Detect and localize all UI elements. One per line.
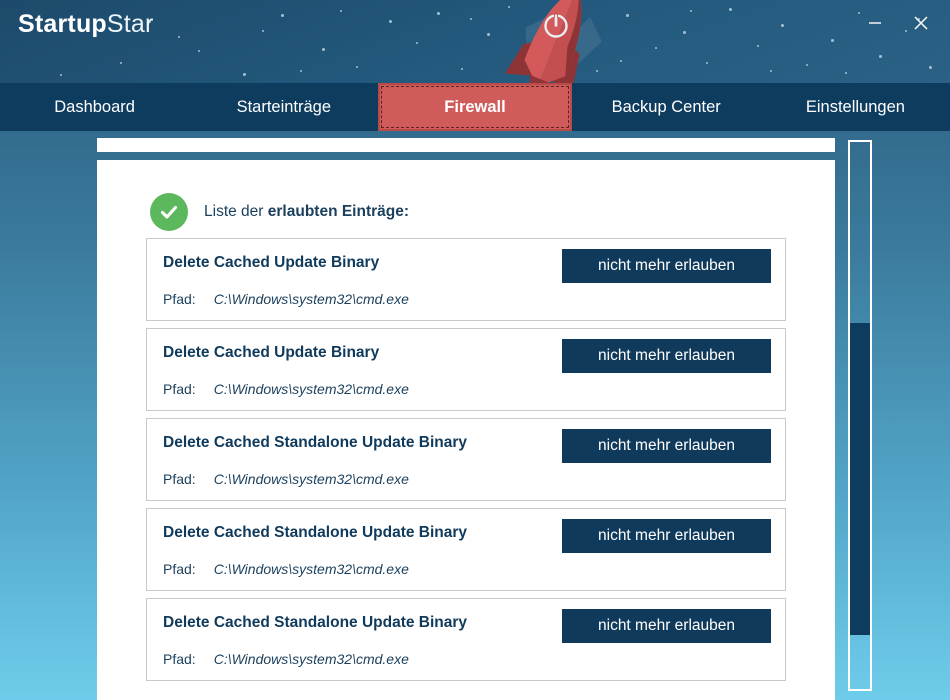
entry-title: Delete Cached Standalone Update Binary [163, 524, 468, 541]
minimize-icon [869, 22, 881, 24]
entry-path: Pfad: C:\Windows\system32\cmd.exe [163, 471, 409, 487]
disallow-button[interactable]: nicht mehr erlauben [562, 609, 771, 643]
entry-path-value: C:\Windows\system32\cmd.exe [213, 291, 409, 307]
entry-path-label: Pfad: [163, 381, 196, 397]
entry-path-label: Pfad: [163, 291, 196, 307]
entry-path: Pfad: C:\Windows\system32\cmd.exe [163, 381, 409, 397]
nav-item-label: Starteinträge [236, 97, 332, 116]
entry-path: Pfad: C:\Windows\system32\cmd.exe [163, 291, 409, 307]
app-logo: StartupStar [18, 10, 154, 39]
nav-item-einstellungen[interactable]: Einstellungen [761, 83, 950, 131]
disallow-button[interactable]: nicht mehr erlauben [562, 429, 771, 463]
nav-item-backup-center[interactable]: Backup Center [572, 83, 761, 131]
list-item: Delete Cached Update Binary Pfad: C:\Wind… [146, 328, 786, 411]
entry-title: Delete Cached Standalone Update Binary [163, 614, 468, 631]
list-item: Delete Cached Standalone Update Binary P… [146, 508, 786, 591]
entry-title: Delete Cached Update Binary [163, 344, 380, 361]
disallow-button[interactable]: nicht mehr erlauben [562, 339, 771, 373]
firewall-allowed-list-panel: Liste der erlaubten Einträge: Delete Cac… [97, 160, 835, 700]
nav-item-dashboard[interactable]: Dashboard [0, 83, 189, 131]
entry-path-label: Pfad: [163, 561, 196, 577]
scrolled-content-strip [97, 138, 835, 152]
window-controls [852, 6, 944, 40]
entry-path: Pfad: C:\Windows\system32\cmd.exe [163, 561, 409, 577]
entry-path-label: Pfad: [163, 471, 196, 487]
list-header-regular: Liste der [204, 202, 268, 220]
minimize-button[interactable] [852, 6, 898, 40]
entry-path-value: C:\Windows\system32\cmd.exe [213, 651, 409, 667]
entry-path-value: C:\Windows\system32\cmd.exe [213, 381, 409, 397]
rocket-icon [470, 0, 640, 83]
content-area: Liste der erlaubten Einträge: Delete Cac… [0, 131, 950, 700]
allowed-entries-list: Delete Cached Update Binary Pfad: C:\Wind… [97, 238, 835, 681]
list-header-label: Liste der erlaubten Einträge: [204, 203, 409, 221]
close-icon [914, 16, 928, 30]
scrollbar-thumb[interactable] [850, 323, 870, 635]
entry-path-value: C:\Windows\system32\cmd.exe [213, 471, 409, 487]
vertical-scrollbar[interactable] [848, 140, 872, 691]
nav-item-label: Dashboard [54, 97, 135, 116]
application-window: StartupStar Dashboard Starteinträge Fire… [0, 0, 950, 700]
entry-title: Delete Cached Update Binary [163, 254, 380, 271]
entry-title: Delete Cached Standalone Update Binary [163, 434, 468, 451]
title-bar: StartupStar [0, 0, 950, 83]
list-item: Delete Cached Update Binary Pfad: C:\Wind… [146, 238, 786, 321]
disallow-button[interactable]: nicht mehr erlauben [562, 519, 771, 553]
nav-item-label: Backup Center [611, 97, 721, 116]
close-button[interactable] [898, 6, 944, 40]
list-header-bold: erlaubten Einträge: [267, 202, 410, 220]
check-icon [150, 192, 188, 231]
nav-item-label: Einstellungen [805, 97, 905, 116]
list-item: Delete Cached Standalone Update Binary P… [146, 418, 786, 501]
nav-item-starteintraege[interactable]: Starteinträge [189, 83, 378, 131]
disallow-button[interactable]: nicht mehr erlauben [562, 249, 771, 283]
nav-item-label: Firewall [444, 97, 506, 116]
list-item: Delete Cached Standalone Update Binary P… [146, 598, 786, 681]
main-navigation: Dashboard Starteinträge Firewall Backup … [0, 83, 950, 131]
nav-item-firewall[interactable]: Firewall [378, 83, 572, 131]
entry-path: Pfad: C:\Windows\system32\cmd.exe [163, 651, 409, 667]
entry-path-label: Pfad: [163, 651, 196, 667]
app-logo-light: Star [106, 10, 154, 38]
app-logo-bold: Startup [18, 10, 107, 38]
entry-path-value: C:\Windows\system32\cmd.exe [213, 561, 409, 577]
list-header: Liste der erlaubten Einträge: [97, 160, 835, 238]
